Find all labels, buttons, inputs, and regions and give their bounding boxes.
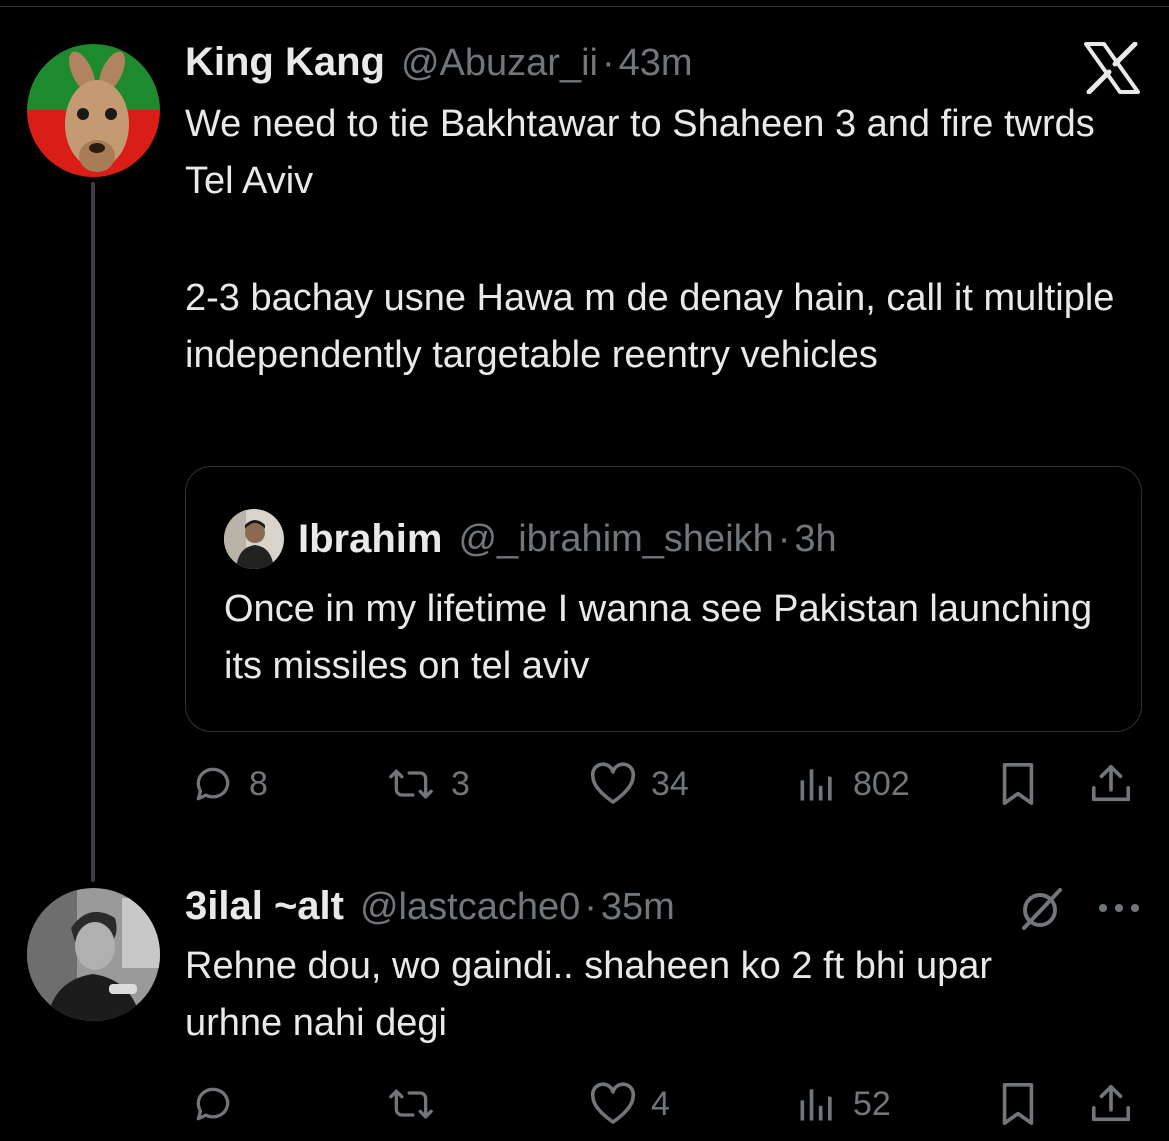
grok-icon[interactable] <box>1016 884 1066 934</box>
reply-icon <box>196 767 230 801</box>
quoted-post[interactable]: Ibrahim @_ibrahim_sheikh · 3h Once in my… <box>185 466 1142 732</box>
separator-dot: · <box>584 886 597 928</box>
heart-icon <box>590 762 636 804</box>
post-actions: 8 3 34 802 <box>185 754 1145 814</box>
share-button[interactable] <box>1087 1074 1135 1134</box>
repost-icon <box>389 1089 433 1119</box>
bookmark-button[interactable] <box>997 754 1039 814</box>
repost-count: 3 <box>451 764 470 803</box>
thread-line <box>91 182 95 882</box>
reply-time[interactable]: 35m <box>601 886 675 929</box>
views-icon <box>800 769 832 801</box>
views-button[interactable]: 802 <box>795 754 910 814</box>
views-icon <box>800 1089 832 1121</box>
like-count: 4 <box>651 1084 670 1123</box>
reply-actions: 4 52 <box>185 1074 1145 1134</box>
separator-dot: · <box>601 42 615 84</box>
reply-header: 3ilal ~alt @lastcache0 · 35m <box>185 884 675 929</box>
views-button[interactable]: 52 <box>795 1074 891 1134</box>
person-avatar-icon <box>224 509 284 569</box>
like-count: 34 <box>651 764 689 803</box>
more-icon[interactable] <box>1095 900 1143 916</box>
repost-icon <box>389 769 433 799</box>
author-name[interactable]: King Kang <box>185 40 385 85</box>
reply-author-name[interactable]: 3ilal ~alt <box>185 884 344 929</box>
post-text-paragraph-2: 2-3 bachay usne Hawa m de denay hain, ca… <box>185 277 1115 376</box>
author-avatar[interactable] <box>27 44 160 177</box>
reply-author-handle[interactable]: @lastcache0 <box>360 886 580 929</box>
share-icon <box>1091 1084 1131 1122</box>
bookmark-icon <box>1002 1083 1034 1125</box>
x-logo-icon <box>1084 41 1140 95</box>
quoted-post-header: Ibrahim @_ibrahim_sheikh · 3h <box>224 509 837 569</box>
reply-button[interactable]: 8 <box>191 754 268 814</box>
separator-dot: · <box>777 517 791 560</box>
bookmark-icon <box>1002 763 1034 805</box>
quoted-post-text: Once in my lifetime I wanna see Pakistan… <box>224 588 1093 687</box>
post-time[interactable]: 43m <box>619 42 693 85</box>
reply-button[interactable] <box>191 1074 249 1134</box>
reply-icon <box>196 1087 230 1121</box>
repost-button[interactable]: 3 <box>385 754 470 814</box>
like-button[interactable]: 4 <box>589 1074 670 1134</box>
view-count: 52 <box>853 1084 891 1123</box>
quoted-post-time[interactable]: 3h <box>794 518 836 561</box>
post-text-paragraph-1: We need to tie Bakhtawar to Shaheen 3 an… <box>185 103 1095 202</box>
author-handle[interactable]: @Abuzar_ii <box>401 42 598 85</box>
quoted-author-handle[interactable]: @_ibrahim_sheikh <box>458 518 773 561</box>
view-count: 802 <box>853 764 910 803</box>
reply-text: Rehne dou, wo gaindi.. shaheen ko 2 ft b… <box>185 945 993 1044</box>
like-button[interactable]: 34 <box>589 754 689 814</box>
share-icon <box>1091 764 1131 802</box>
heart-icon <box>590 1082 636 1124</box>
bookmark-button[interactable] <box>997 1074 1039 1134</box>
reply-author-avatar[interactable] <box>27 888 160 1021</box>
quoted-author-avatar[interactable] <box>224 509 284 569</box>
divider <box>0 6 1169 7</box>
share-button[interactable] <box>1087 754 1135 814</box>
repost-button[interactable] <box>385 1074 451 1134</box>
timeline: King Kang @Abuzar_ii · 43m We need to ti… <box>0 0 1169 1141</box>
post-header: King Kang @Abuzar_ii · 43m <box>185 40 693 85</box>
man-avatar-icon <box>27 888 160 1021</box>
reply-count: 8 <box>249 764 268 803</box>
kangaroo-avatar-icon <box>27 44 160 177</box>
quoted-author-name[interactable]: Ibrahim <box>298 517 442 562</box>
